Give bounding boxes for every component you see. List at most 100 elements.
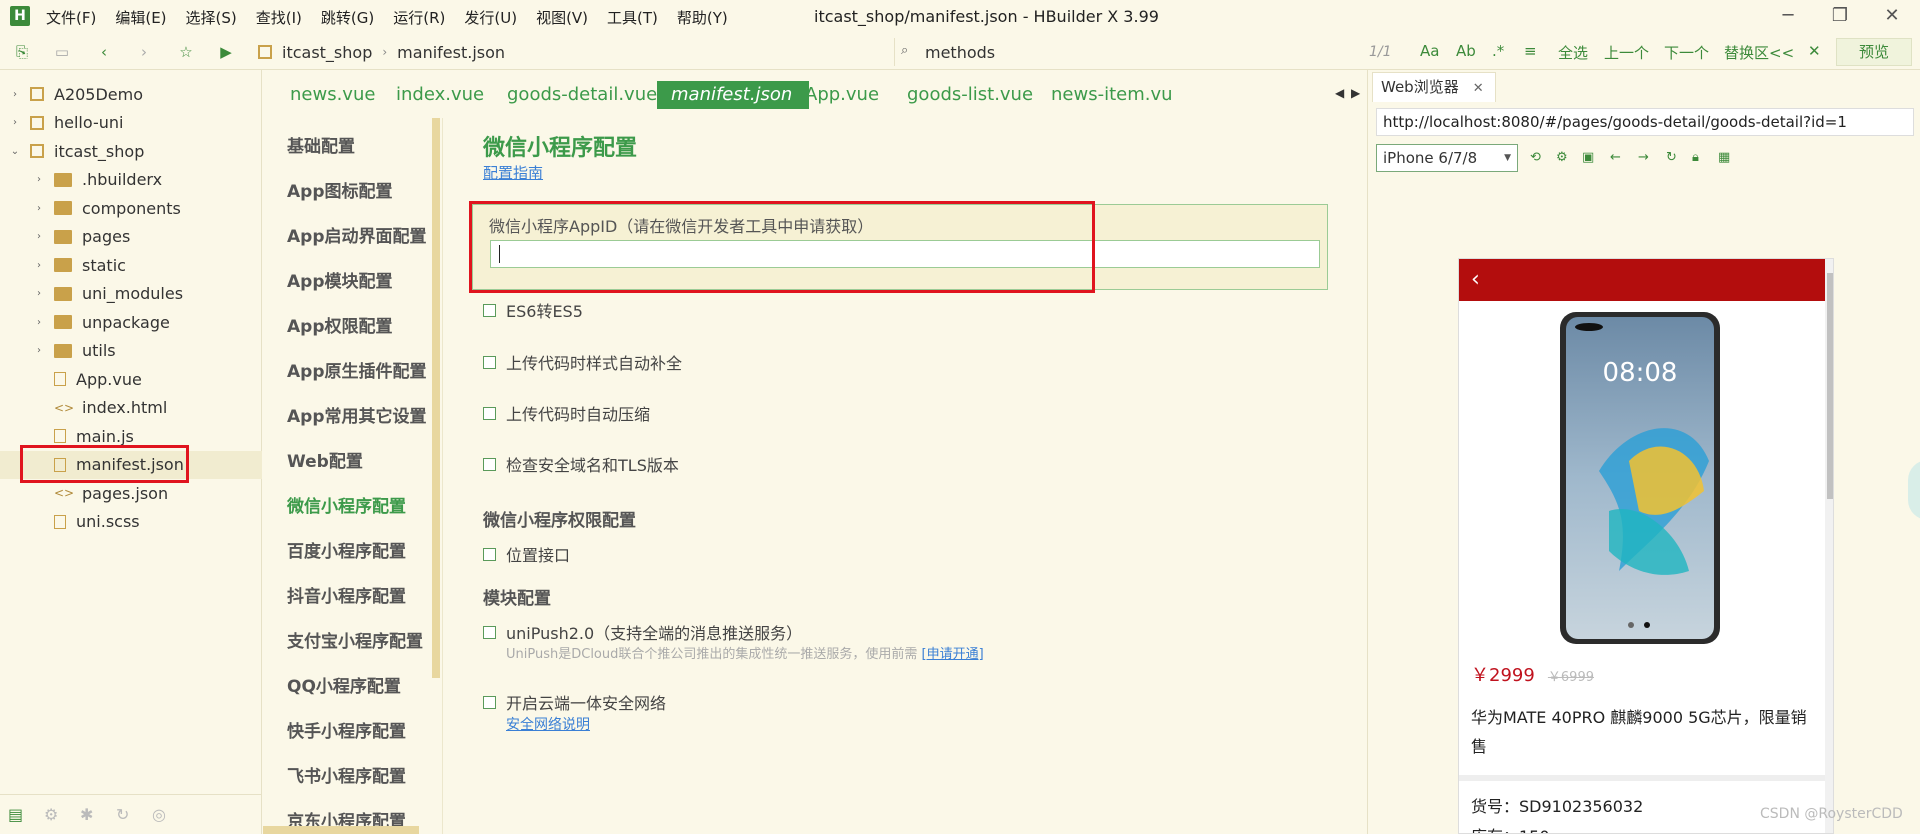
debug-icon[interactable]: ⚙ [44,805,58,824]
unipush-apply-link[interactable]: [申请开通] [922,647,984,662]
find-prev-button[interactable]: 上一个 [1604,42,1649,63]
plugin-icon[interactable]: ◎ [152,805,166,824]
select-all-button[interactable]: 全选 [1558,42,1588,63]
menu-item[interactable]: 文件(F) [46,7,96,28]
tree-item[interactable]: › uni_modules [0,280,262,308]
back-arrow-icon[interactable]: ← [1610,150,1621,165]
save-icon[interactable]: ▭ [52,42,72,62]
manifest-nav-item[interactable]: QQ小程序配置 [287,672,401,697]
editor-tab[interactable]: news-item.vu [1051,81,1173,109]
device-select[interactable]: iPhone 6/7/8 ▼ [1376,144,1518,172]
breadcrumb-project[interactable]: itcast_shop [282,43,372,62]
menu-item[interactable]: 运行(R) [393,7,445,28]
manifest-nav-item[interactable]: 抖音小程序配置 [287,582,406,607]
close-icon[interactable]: ✕ [1872,2,1912,30]
chevron-right-icon[interactable]: › [32,260,46,271]
preview-button[interactable]: 预览 [1836,38,1912,66]
close-tab-icon[interactable]: ✕ [1473,81,1484,96]
console-icon[interactable]: ▣ [1582,150,1594,165]
manifest-nav-item[interactable]: App权限配置 [287,312,393,337]
checkbox-unipush[interactable]: uniPush2.0（支持全端的消息推送服务） [483,620,802,644]
scroll-right-icon[interactable]: ▶ [1351,86,1360,100]
chevron-right-icon[interactable]: › [32,203,46,214]
regex-icon[interactable]: .* [1492,42,1504,60]
match-case-icon[interactable]: Aa [1420,42,1439,60]
editor-tab[interactable]: goods-detail.vue [507,81,657,109]
browser-tab[interactable]: Web浏览器 ✕ [1372,72,1496,102]
chevron-right-icon[interactable]: › [8,89,22,100]
tree-item[interactable]: › static [0,251,262,279]
checkbox-postcss[interactable]: 上传代码时样式自动补全 [483,350,682,374]
manifest-nav-item[interactable]: App启动界面配置 [287,222,427,247]
forward-arrow-icon[interactable]: → [1638,150,1649,165]
back-icon[interactable]: ‹ [94,42,114,62]
tree-item[interactable]: App.vue [0,365,262,393]
find-next-button[interactable]: 下一个 [1664,42,1709,63]
url-input[interactable]: http://localhost:8080/#/pages/goods-deta… [1376,108,1914,136]
checkbox-icon[interactable] [483,355,496,369]
star-icon[interactable]: ☆ [176,42,196,62]
manifest-nav-item[interactable]: App模块配置 [287,267,393,292]
manifest-nav-item[interactable]: App图标配置 [287,177,393,202]
editor-tab[interactable]: news.vue [290,81,375,109]
chevron-right-icon[interactable]: › [32,317,46,328]
run-icon[interactable]: ▶ [216,42,236,62]
chevron-right-icon[interactable]: › [32,231,46,242]
checkbox-url-check[interactable]: 检查安全域名和TLS版本 [483,452,679,476]
menu-item[interactable]: 选择(S) [186,7,237,28]
maximize-icon[interactable]: ❐ [1820,2,1860,30]
editor-tab[interactable]: manifest.json [657,81,809,109]
checkbox-icon[interactable] [483,625,496,639]
chevron-down-icon[interactable]: ⌄ [8,146,22,157]
tree-item[interactable]: uni.scss [0,508,262,536]
manifest-nav-item[interactable]: 飞书小程序配置 [287,762,406,787]
menu-item[interactable]: 视图(V) [536,7,588,28]
editor-tab[interactable]: goods-list.vue [907,81,1033,109]
manifest-nav-item[interactable]: 百度小程序配置 [287,537,406,562]
menu-item[interactable]: 发行(U) [464,7,517,28]
tree-item[interactable]: ⌄ itcast_shop [0,137,262,165]
tree-item[interactable]: › unpackage [0,308,262,336]
manifest-nav-item[interactable]: Web配置 [287,447,363,472]
new-file-icon[interactable]: ⎘ [12,42,32,62]
menu-item[interactable]: 帮助(Y) [677,7,728,28]
checkbox-secure-network[interactable]: 开启云端一体安全网络 [483,690,666,714]
tree-item[interactable]: › .hbuilderx [0,166,262,194]
editor-tab[interactable]: index.vue [396,81,484,109]
checkbox-icon[interactable] [483,406,496,420]
rotate-icon[interactable]: ⟲ [1530,150,1541,165]
checkbox-icon[interactable] [483,695,496,709]
chevron-right-icon[interactable]: › [32,345,46,356]
tree-item[interactable]: › utils [0,337,262,365]
refresh-icon[interactable]: ↻ [1666,150,1677,165]
files-icon[interactable]: ▤ [8,805,23,824]
menu-item[interactable]: 跳转(G) [321,7,374,28]
checkbox-icon[interactable] [483,303,496,317]
replace-toggle-button[interactable]: 替换区<< [1724,42,1794,63]
chevron-right-icon[interactable]: › [32,288,46,299]
back-icon[interactable]: ‹ [1471,267,1480,292]
scroll-left-icon[interactable]: ◀ [1335,86,1344,100]
scrollbar-thumb[interactable] [1827,273,1833,499]
manifest-nav-item[interactable]: App原生插件配置 [287,357,427,382]
tree-item[interactable]: › pages [0,223,262,251]
tree-item[interactable]: › components [0,194,262,222]
manifest-nav-item[interactable]: 微信小程序配置 [287,492,406,517]
sync-icon[interactable]: ↻ [116,805,129,824]
manifest-nav-scrollbar[interactable] [432,118,440,678]
menu-item[interactable]: 编辑(E) [115,7,166,28]
selection-icon[interactable]: ≡ [1524,42,1537,60]
secure-network-link[interactable]: 安全网络说明 [506,714,590,734]
manifest-nav-item[interactable]: App常用其它设置 [287,402,427,427]
phone-scrollbar[interactable] [1825,259,1833,833]
tree-item[interactable]: <> index.html [0,394,262,422]
manifest-nav-item[interactable]: 基础配置 [287,132,355,157]
checkbox-icon[interactable] [483,547,496,561]
tree-item[interactable]: › hello-uni [0,109,262,137]
close-find-icon[interactable]: ✕ [1808,42,1821,60]
checkbox-minify[interactable]: 上传代码时自动压缩 [483,401,650,425]
tree-item[interactable]: › A205Demo [0,80,262,108]
lock-icon[interactable]: 🔒︎ [1692,150,1699,165]
minimize-icon[interactable]: ─ [1768,2,1808,30]
chevron-right-icon[interactable]: › [32,174,46,185]
